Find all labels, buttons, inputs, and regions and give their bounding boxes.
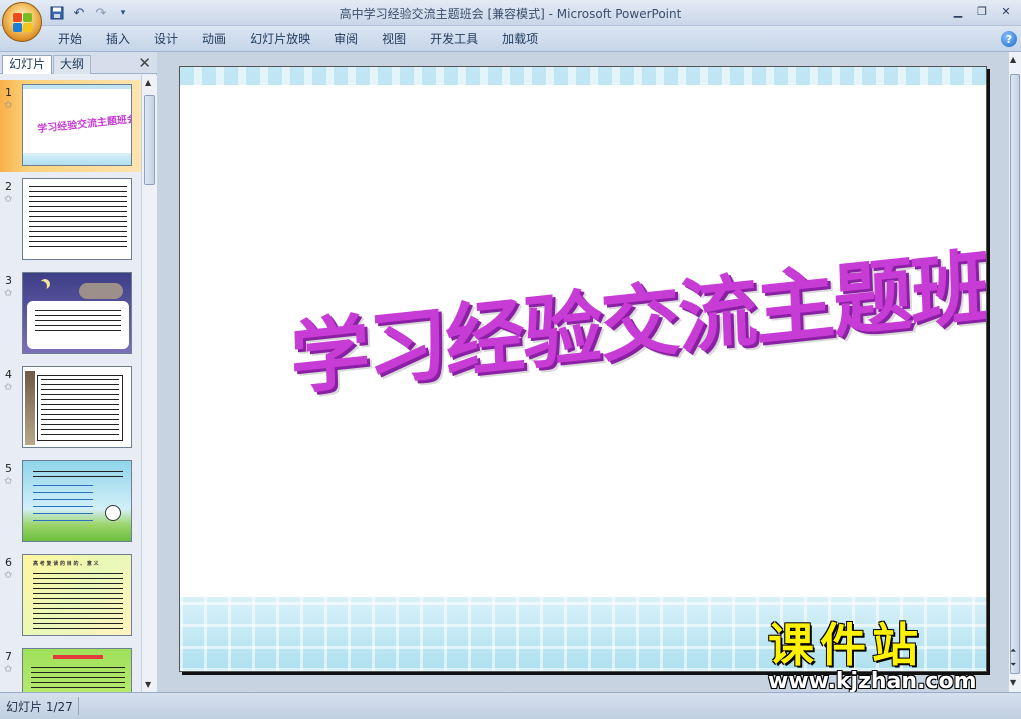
tab-developer[interactable]: 开发工具 [418,31,490,49]
thumb-preview [22,648,132,692]
previous-slide-icon[interactable]: ⏶ [1010,646,1016,656]
slide-number: 7 [5,650,12,663]
tab-insert[interactable]: 插入 [94,31,142,49]
slide-title[interactable]: 学习经验交流主题班会 [288,213,986,411]
watermark-url: www.kjzhan.com [768,669,977,694]
slide-thumbnail-6[interactable]: 6 ✩ 高 考 复 读 的 目 的 、 意 义 [0,550,141,642]
tab-view[interactable]: 视图 [370,31,418,49]
scroll-up-icon[interactable]: ▲ [1010,55,1016,64]
slide-top-decoration [180,67,986,85]
tab-slideshow[interactable]: 幻灯片放映 [238,31,322,49]
character-icon [105,505,121,521]
thumb-title: 学习经验交流主题班会 [36,113,132,136]
tab-design[interactable]: 设计 [142,31,190,49]
slide-number: 1 [5,86,12,99]
status-divider [78,697,79,715]
office-button[interactable] [2,2,42,42]
thumb-preview [22,178,132,260]
current-slide[interactable]: 学习经验交流主题班会 [179,66,987,672]
restore-icon[interactable]: ❐ [971,2,993,20]
slide-number: 4 [5,368,12,381]
transition-star-icon: ✩ [4,288,13,299]
window-title: 高中学习经验交流主题班会 [兼容模式] - Microsoft PowerPoi… [339,7,682,21]
tab-review[interactable]: 审阅 [322,31,370,49]
minimize-icon[interactable]: ▁ [947,2,969,20]
scroll-down-icon[interactable]: ▼ [145,680,151,689]
status-bar: 幻灯片 1/27 [0,692,1021,719]
thumb-heading: 高 考 复 读 的 目 的 、 意 义 [33,561,99,567]
thumbnail-list: 1 ✩ 学习经验交流主题班会 2 ✩ 3 ✩ 4 ✩ 5 ✩ 6 ✩ 高 考 复… [0,75,141,692]
tab-home[interactable]: 开始 [46,31,94,49]
slide-number: 6 [5,556,12,569]
ribbon-tab-strip: 开始 插入 设计 动画 幻灯片放映 审阅 视图 开发工具 加载项 ? [0,26,1021,52]
window-controls: ▁ ❐ ✕ [947,2,1017,20]
tab-slides[interactable]: 幻灯片 [2,55,53,74]
office-logo-icon [13,13,33,33]
ribbon-tabs: 开始 插入 设计 动画 幻灯片放映 审阅 视图 开发工具 加载项 [46,31,550,49]
thumb-preview [22,366,132,448]
transition-star-icon: ✩ [4,570,13,581]
help-icon[interactable]: ? [1001,31,1017,47]
transition-star-icon: ✩ [4,476,13,487]
tab-animations[interactable]: 动画 [190,31,238,49]
close-icon[interactable]: ✕ [995,2,1017,20]
slide-thumbnail-2[interactable]: 2 ✩ [0,174,141,266]
transition-star-icon: ✩ [4,100,13,111]
slide-number: 2 [5,180,12,193]
thumb-preview: 学习经验交流主题班会 [22,84,132,166]
watermark-logo: 课件站 [768,618,924,672]
thumb-preview [22,460,132,542]
slide-thumbnail-7[interactable]: 7 ✩ [0,644,141,692]
transition-star-icon: ✩ [4,382,13,393]
pane-tabs: 幻灯片 大纲 ✕ [0,52,157,74]
tab-outline[interactable]: 大纲 [53,55,92,74]
title-bar: ↶ ↷ ▾ 高中学习经验交流主题班会 [兼容模式] - Microsoft Po… [0,0,1021,26]
slide-editor: 学习经验交流主题班会 [158,52,1008,692]
scroll-down-icon[interactable]: ▼ [1010,678,1016,687]
scrollbar-thumb[interactable] [1010,74,1020,674]
slide-number: 3 [5,274,12,287]
thumb-preview: 高 考 复 读 的 目 的 、 意 义 [22,554,132,636]
thumbnail-scrollbar[interactable]: ▲ ▼ [141,75,157,692]
watermark: 课件站 www.kjzhan.com [768,620,1004,698]
slide-indicator: 幻灯片 1/27 [6,700,73,714]
scrollbar-thumb[interactable] [144,95,155,185]
slide-thumbnail-5[interactable]: 5 ✩ [0,456,141,548]
slide-thumbnail-1[interactable]: 1 ✩ 学习经验交流主题班会 [0,80,141,172]
tab-addins[interactable]: 加载项 [490,31,550,49]
thumb-preview [22,272,132,354]
next-slide-icon[interactable]: ⏷ [1010,660,1016,670]
scroll-up-icon[interactable]: ▲ [145,78,151,87]
slide-thumbnail-4[interactable]: 4 ✩ [0,362,141,454]
slide-thumbnail-3[interactable]: 3 ✩ [0,268,141,360]
slide-number: 5 [5,462,12,475]
transition-star-icon: ✩ [4,194,13,205]
transition-star-icon: ✩ [4,664,13,675]
editor-scrollbar[interactable]: ▲ ⏶ ⏷ ▼ [1008,52,1021,692]
close-pane-icon[interactable]: ✕ [138,54,151,72]
moon-icon [37,281,47,291]
slides-pane: 幻灯片 大纲 ✕ 1 ✩ 学习经验交流主题班会 2 ✩ 3 ✩ 4 ✩ 5 ✩ … [0,52,157,692]
